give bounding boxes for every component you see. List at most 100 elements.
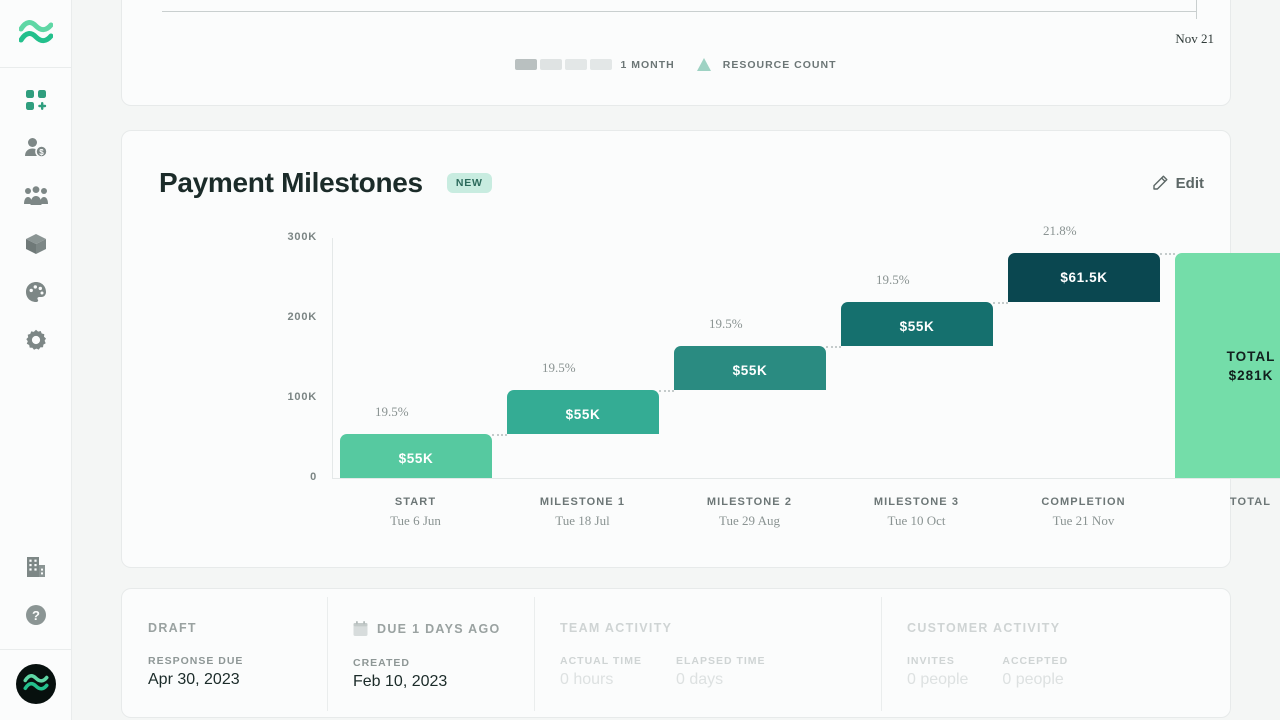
bar-value-label: $55K [899,319,935,334]
bar-connector [826,346,841,348]
stat-label: INVITES [907,655,955,667]
bar-value-label: $61.5K [1060,270,1108,285]
stat-value: Apr 30, 2023 [148,671,240,688]
bar-value-label: $55K [732,363,768,378]
x-tick-date: Tue 29 Aug [719,513,780,528]
timeline-end-date: Nov 21 [1175,31,1214,46]
x-tick-name: START [394,496,437,508]
bar-connector [993,302,1008,304]
x-tick-name: COMPLETION [1041,496,1126,508]
sidebar-item-team[interactable] [12,172,60,220]
x-tick-name: MILESTONE 1 [539,496,626,508]
chart-bar-total[interactable]: TOTAL $281K [1175,253,1280,478]
sidebar-item-branding[interactable] [12,268,60,316]
stat-label: CREATED [353,657,410,669]
y-axis-tick: 200K [287,311,317,323]
wave-avatar-icon [23,674,49,691]
stat-group-due: DUE 1 DAYS AGO CREATED Feb 10, 2023 [327,589,534,719]
app-root: $ ? Nov 21 1 MONTH RESOURCE COUNT Paymen… [0,0,1280,720]
stat-label: ACCEPTED [1002,655,1069,667]
stat-value: 0 people [907,671,969,688]
dashboard-grid-add-icon [25,90,46,110]
triangle-marker-icon [696,58,711,71]
palette-icon [25,282,46,302]
x-tick-date: Tue 10 Oct [887,513,946,528]
due-stat-row: CREATED Feb 10, 2023 [353,657,534,691]
due-text: DUE 1 DAYS AGO [377,622,501,636]
stat-elapsed-time: ELAPSED TIME 0 days [676,655,766,689]
stat-group-team-activity: TEAM ACTIVITY ACTUAL TIME 0 hours ELAPSE… [534,589,881,719]
y-axis-tick: 300K [287,231,317,243]
sidebar-item-settings[interactable] [12,316,60,364]
x-tick-name: MILESTONE 3 [873,496,960,508]
gradient-scale-icon [515,59,613,70]
sidebar-nav: $ [12,68,60,364]
svg-text:?: ? [32,608,40,623]
bar-value-label: $55K [398,451,434,466]
stat-accepted: ACCEPTED 0 people [1002,655,1068,689]
bar-percent-label: 19.5% [375,404,409,419]
y-axis-tick: 0 [310,471,317,483]
stat-value: 0 hours [560,671,614,688]
avatar[interactable] [16,664,56,704]
team-activity-heading: TEAM ACTIVITY [560,621,673,635]
gear-icon [25,329,46,350]
stats-row: DRAFT RESPONSE DUE Apr 30, 2023 DUE 1 DA… [122,589,1230,719]
timeline-end-marker [1196,0,1197,19]
draft-stat-row: RESPONSE DUE Apr 30, 2023 [148,655,327,689]
chart-bar[interactable]: $55K [507,390,659,434]
draft-status-label: DRAFT [148,621,197,635]
stat-group-draft: DRAFT RESPONSE DUE Apr 30, 2023 [122,589,327,719]
stat-label: ELAPSED TIME [675,655,766,667]
chart-bar[interactable]: $55K [674,346,826,390]
bar-connector [492,434,507,436]
y-axis-line [332,238,333,478]
bar-percent-label: 19.5% [542,360,576,375]
sidebar-item-clients[interactable]: $ [12,124,60,172]
bar-connector [659,390,674,392]
stat-group-customer-activity: CUSTOMER ACTIVITY INVITES 0 people ACCEP… [881,589,1230,719]
sidebar-bottom: ? [0,543,72,720]
wave-logo-icon [18,19,53,43]
sidebar-item-products[interactable] [12,220,60,268]
due-status-label: DUE 1 DAYS AGO [353,621,534,637]
x-axis-tick: COMPLETION Tue 21 Nov [1000,496,1167,529]
chart-bar[interactable]: $55K [841,302,993,346]
sidebar-item-company[interactable] [12,543,60,591]
stat-value: 0 people [1002,671,1064,688]
sidebar-item-help[interactable]: ? [12,591,60,639]
building-icon [27,557,45,577]
customer-stat-row: INVITES 0 people ACCEPTED 0 people [907,655,1230,689]
x-axis-line [332,478,1280,479]
bar-percent-label: 21.8% [1043,223,1077,238]
timeline-bar-row [162,11,1197,12]
team-people-icon [23,186,48,205]
stat-label: RESPONSE DUE [148,655,244,667]
x-tick-name: TOTAL [1229,496,1272,508]
x-axis-tick: MILESTONE 3 Tue 10 Oct [833,496,1000,529]
bar-value-label: $55K [565,407,601,422]
timeline-resource-label: RESOURCE COUNT [722,58,837,71]
x-axis-tick: START Tue 6 Jun [332,496,499,529]
chart-bar[interactable]: $55K [340,434,492,478]
chart-bar[interactable]: $61.5K [1008,253,1160,302]
package-box-icon [25,234,46,254]
bar-total-value: $281K [1228,367,1274,383]
y-axis-tick: 100K [287,391,317,403]
timeline-card: Nov 21 1 MONTH RESOURCE COUNT [121,0,1231,106]
x-axis-tick: MILESTONE 2 Tue 29 Aug [666,496,833,529]
bar-connector [1160,253,1175,255]
x-tick-date: Tue 21 Nov [1052,513,1115,528]
x-tick-name: MILESTONE 2 [706,496,793,508]
x-axis-tick: TOTAL [1167,496,1280,508]
payment-milestones-card: Payment Milestones NEW Edit 0 100K 200K 300… [121,130,1280,568]
stat-label: ACTUAL TIME [560,655,642,667]
svg-text:$: $ [39,148,44,157]
stat-response-due: RESPONSE DUE Apr 30, 2023 [148,655,243,689]
stat-created: CREATED Feb 10, 2023 [353,657,447,691]
stat-value: 0 days [675,671,724,688]
app-logo[interactable] [0,0,72,68]
stat-value: Feb 10, 2023 [353,673,448,690]
bar-percent-label: 19.5% [876,272,910,287]
sidebar-item-dashboard[interactable] [12,76,60,124]
